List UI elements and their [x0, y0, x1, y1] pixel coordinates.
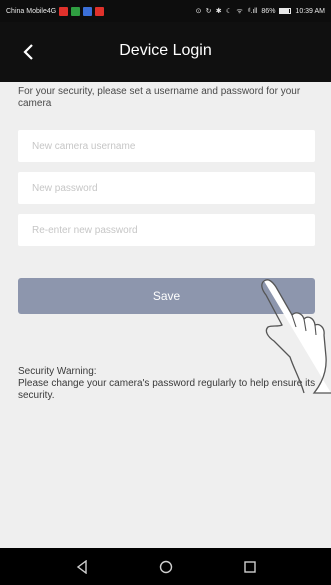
battery-percent: 86% [261, 7, 276, 15]
recents-square-icon [243, 560, 256, 573]
nav-back-button[interactable] [70, 555, 94, 579]
confirm-password-input[interactable] [18, 214, 315, 246]
clock: 10:39 AM [295, 7, 325, 15]
username-input[interactable] [18, 130, 315, 162]
home-circle-icon [159, 560, 172, 573]
nav-recents-button[interactable] [238, 555, 262, 579]
status-right: ⊙ ↻ ✱ ☾ ᯤ ᵈ.ıll 86% 10:39 AM [196, 7, 325, 16]
status-left: China Mobile4G [6, 6, 105, 16]
battery-fill [280, 9, 290, 13]
system-icons: ⊙ ↻ ✱ ☾ ᯤ [195, 6, 244, 15]
page-title: Device Login [119, 42, 212, 59]
app-header: Device Login [0, 22, 331, 82]
main-content: For your security, please set a username… [0, 82, 331, 548]
notification-icon [83, 6, 93, 16]
back-triangle-icon [76, 559, 87, 574]
password-input[interactable] [18, 172, 315, 204]
intro-text: For your security, please set a username… [18, 86, 301, 109]
system-nav-bar [0, 548, 331, 585]
carrier-label: China Mobile4G [6, 7, 57, 15]
status-bar: China Mobile4G ⊙ ↻ ✱ ☾ ᯤ ᵈ.ıll 86% 10:39… [0, 0, 331, 22]
notification-icon [71, 6, 81, 16]
notification-icon [95, 6, 105, 16]
signal-icon: ᵈ.ıll [247, 7, 258, 15]
pointing-hand-icon [261, 279, 331, 394]
notification-icon [59, 6, 69, 16]
nav-home-button[interactable] [154, 555, 178, 579]
battery-icon [279, 8, 292, 14]
